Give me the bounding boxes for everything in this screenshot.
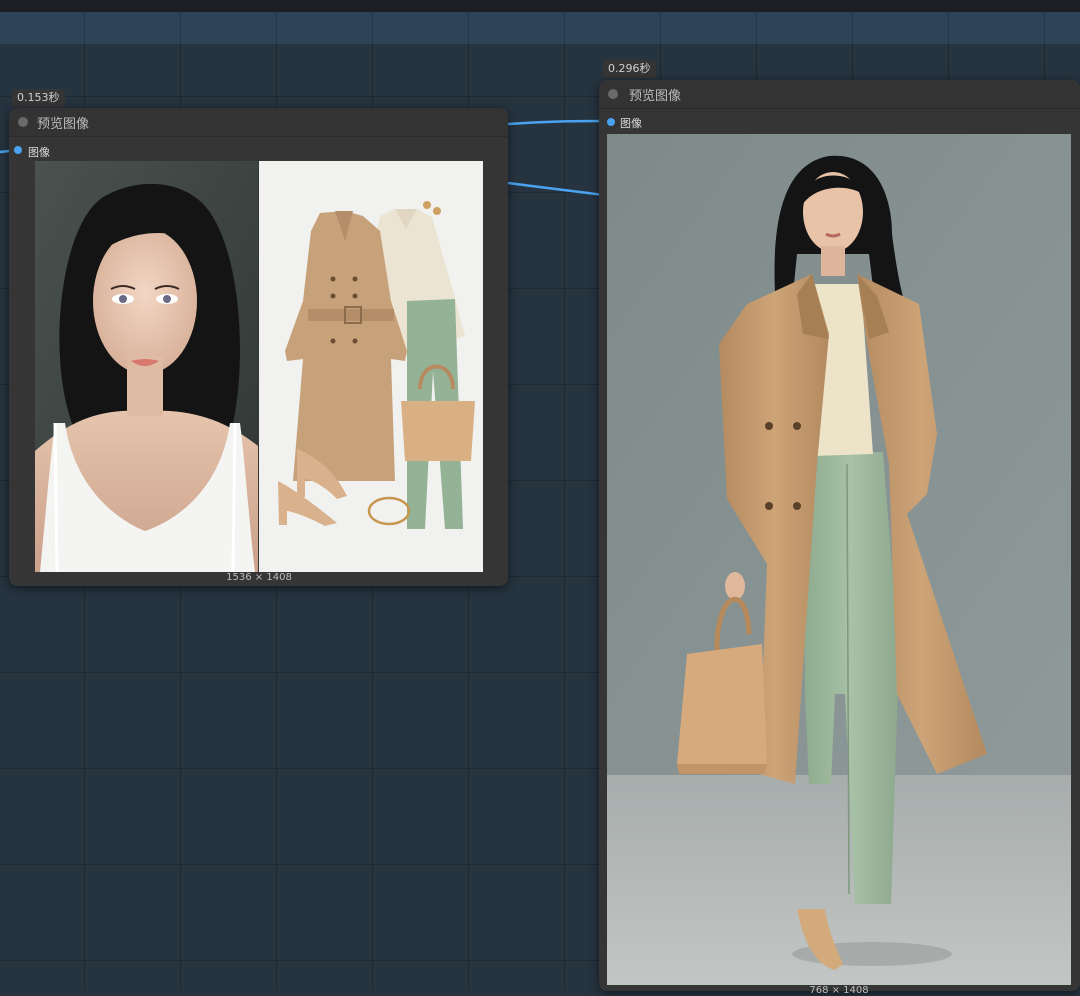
collapse-dot-icon[interactable]	[608, 89, 618, 99]
node-title: 预览图像	[37, 117, 90, 132]
preview-image-node[interactable]: 预览图像 图像	[9, 108, 508, 586]
image-size-label: 1536 × 1408	[226, 572, 292, 583]
preview-image[interactable]	[35, 161, 483, 572]
input-slot-label: 图像	[28, 146, 50, 159]
input-slot-icon[interactable]	[14, 146, 22, 154]
node-title: 预览图像	[629, 89, 682, 104]
input-slot-label: 图像	[620, 117, 642, 130]
input-slot-icon[interactable]	[607, 118, 615, 126]
node-title-bar[interactable]: 预览图像	[599, 80, 1080, 109]
preview-image[interactable]	[607, 134, 1071, 985]
link-wire	[507, 119, 609, 126]
link-wire	[507, 181, 605, 197]
preview-image-node[interactable]: 预览图像 图像	[599, 80, 1080, 996]
execution-time: 0.296秒	[608, 62, 651, 75]
execution-time: 0.153秒	[17, 91, 60, 104]
execution-time-badge: 0.296秒	[603, 60, 656, 78]
collapse-dot-icon[interactable]	[18, 117, 28, 127]
execution-time-badge: 0.153秒	[12, 89, 65, 107]
node-title-bar[interactable]: 预览图像	[9, 108, 508, 137]
